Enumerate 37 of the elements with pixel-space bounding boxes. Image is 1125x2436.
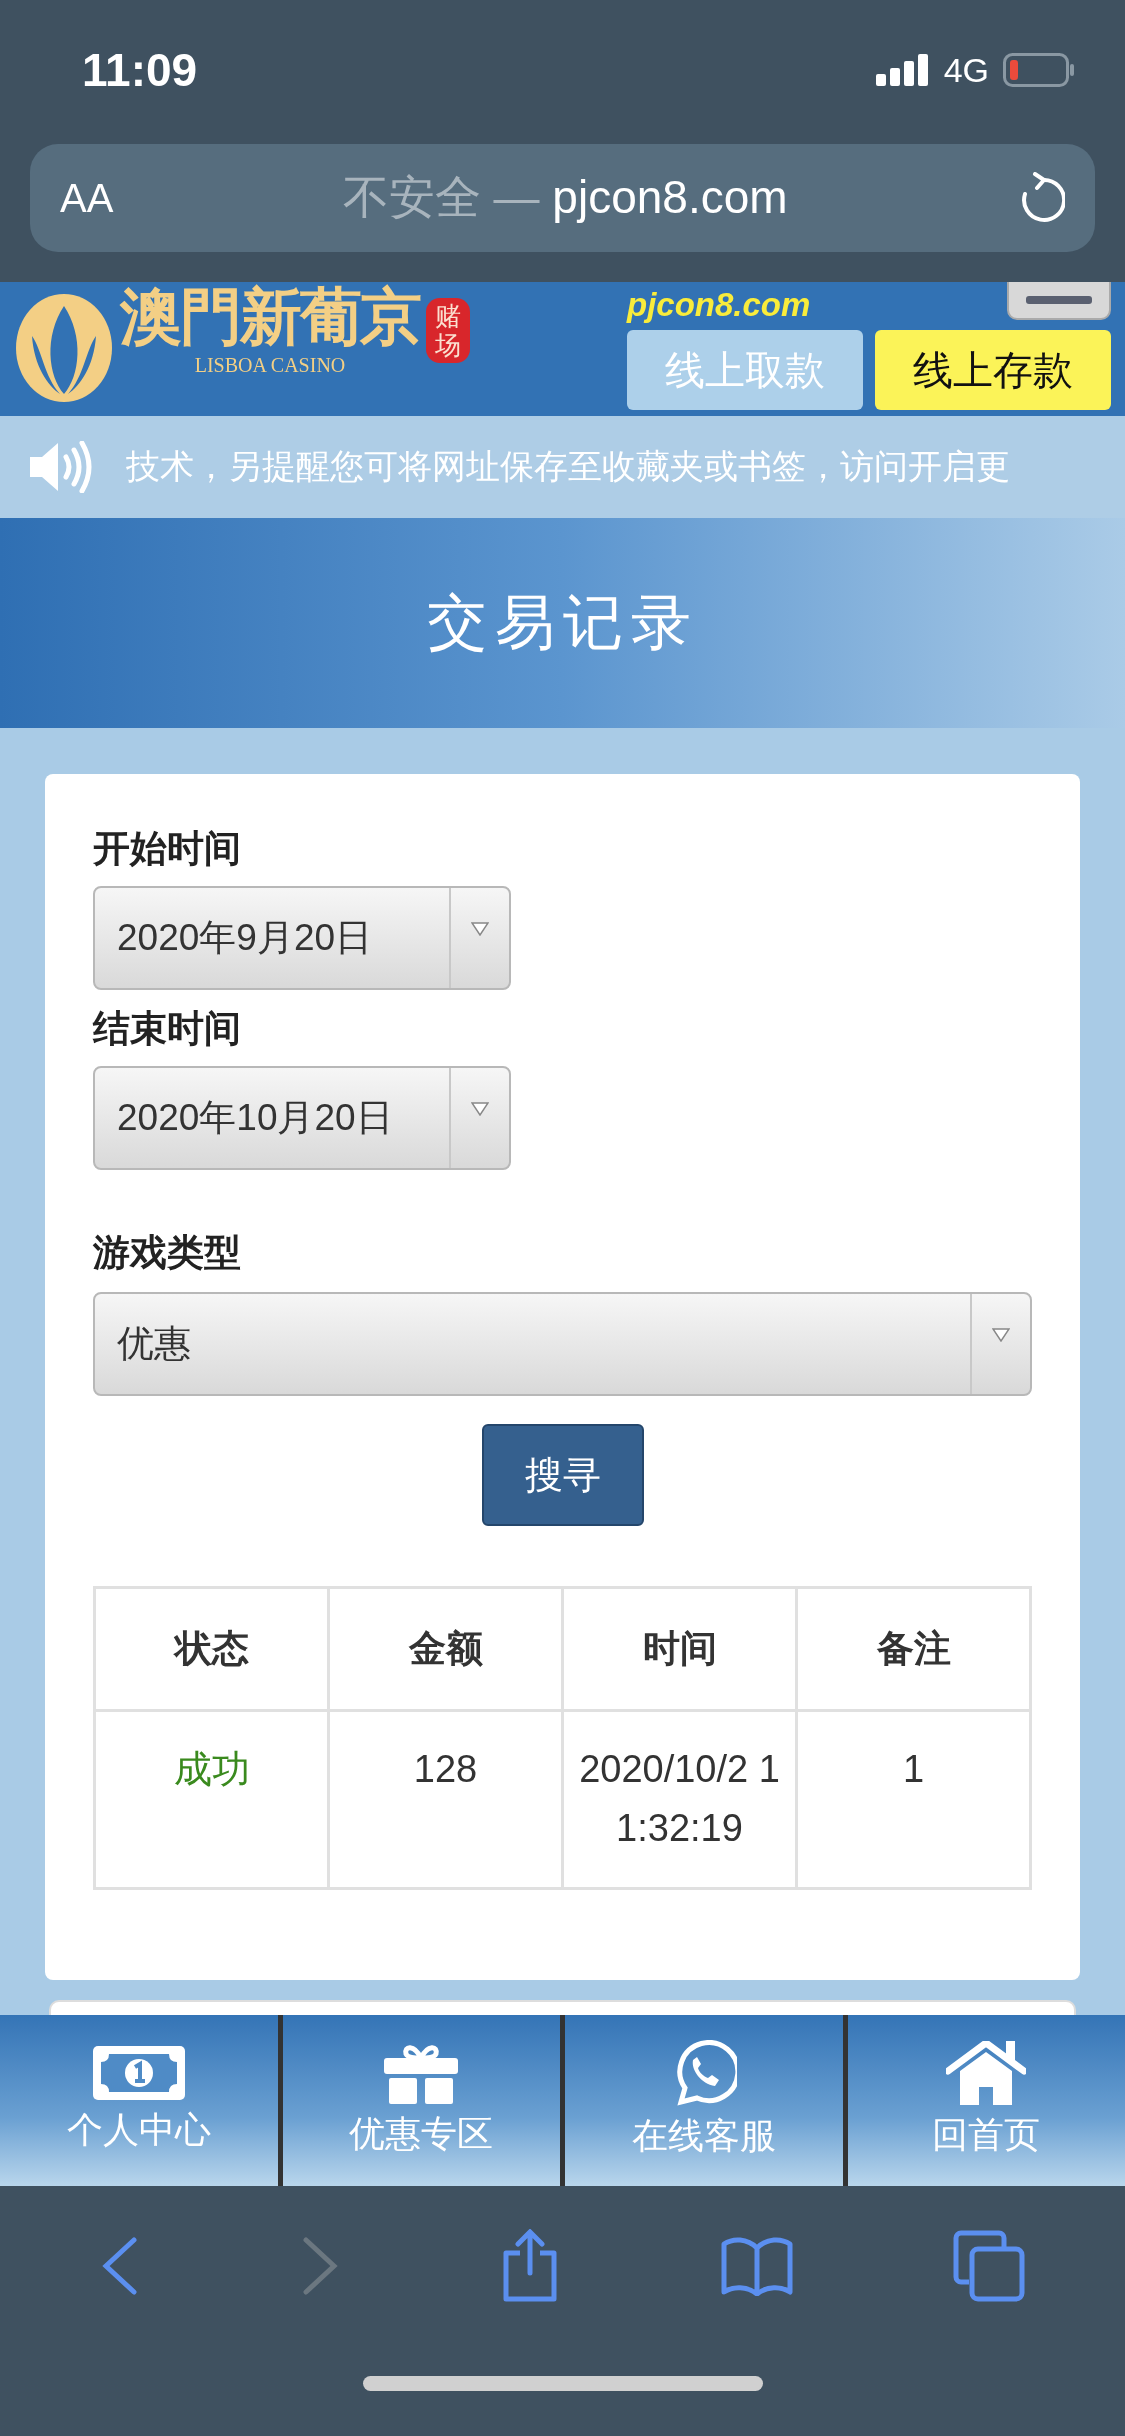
column-header: 时间 — [562, 1587, 797, 1711]
gift-icon — [384, 2042, 459, 2104]
field-label: 开始时间 — [93, 826, 242, 872]
dropdown-arrow-icon — [471, 1102, 489, 1116]
logo-seal: 赌场 — [426, 298, 470, 364]
site-domain: pjcon8.com — [627, 286, 811, 324]
tabs-icon[interactable] — [952, 2230, 1025, 2302]
field-label: 游戏类型 — [93, 1230, 242, 1276]
banknote-icon — [92, 2046, 185, 2100]
search-button[interactable]: 搜寻 — [481, 1424, 644, 1526]
deposit-button[interactable]: 线上存款 — [875, 330, 1111, 410]
address-text[interactable]: 不安全 — pjcon8.com — [113, 167, 1017, 229]
table-cell: 2020/10/2 11:32:19 — [562, 1710, 797, 1889]
notice-text: 技术，另提醒您可将网址保存至收藏夹或书签，访问开启更 — [126, 445, 1010, 488]
date-dropdown[interactable]: 2020年9月20日 — [93, 886, 511, 990]
page-title: 交易记录 — [426, 585, 699, 659]
status-time: 11:09 — [82, 43, 198, 97]
field-label: 结束时间 — [93, 1006, 242, 1052]
dropdown-arrow-icon — [992, 1328, 1010, 1342]
type-dropdown[interactable]: 优惠 — [93, 1292, 1032, 1396]
text-size-button[interactable]: AA — [60, 175, 114, 221]
signal-icon — [875, 54, 930, 86]
status-cell: 成功 — [94, 1710, 329, 1889]
menu-button[interactable] — [1007, 282, 1111, 320]
column-header: 备注 — [796, 1587, 1031, 1711]
table-cell: 1 — [796, 1710, 1031, 1889]
battery-icon — [1003, 53, 1075, 87]
column-header: 状态 — [94, 1587, 329, 1711]
table-cell: 128 — [328, 1710, 563, 1889]
column-header: 金额 — [328, 1587, 563, 1711]
date-dropdown[interactable]: 2020年10月20日 — [93, 1066, 511, 1170]
logo-subtitle: LISBOA CASINO — [194, 354, 346, 377]
logo-wordmark: 澳門新葡京 — [120, 286, 420, 348]
home-icon — [946, 2041, 1027, 2105]
network-label: 4G — [943, 50, 989, 90]
dropdown-arrow-icon — [471, 922, 489, 936]
bookmarks-icon[interactable] — [720, 2236, 793, 2296]
